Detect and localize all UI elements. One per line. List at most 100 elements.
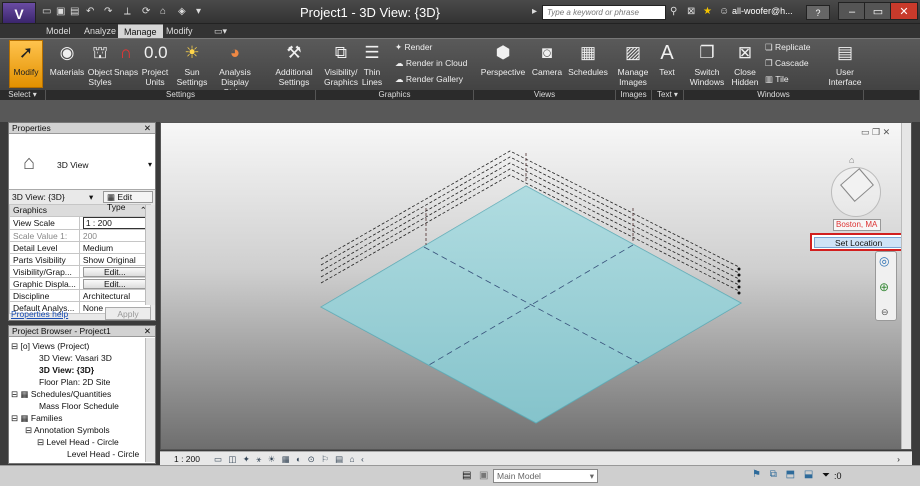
tab-manage[interactable]: Manage [118,24,163,38]
selection-options-icons[interactable]: ⚑ ⧉ ⬒ ⬓ [752,469,816,480]
user-icon[interactable]: ☺ [719,6,729,17]
chevron-down-icon[interactable]: ▾ [89,190,93,204]
binoculars-icon[interactable]: ⚲ [670,6,677,17]
zoom-icon[interactable]: ⊕ [879,280,889,294]
main-model-select[interactable]: Main Model ▾ [493,469,598,483]
help-button[interactable]: ? [806,5,830,20]
text-panel-title[interactable]: Text ▾ [652,90,684,100]
analysis-display-styles-button[interactable]: ◕Analysis Display Styles [210,42,260,97]
tree-node-level-head[interactable]: ⊟ Level Head - Circle [37,436,119,448]
location-field[interactable]: Boston, MA [833,219,881,231]
restore-view-icon[interactable]: ▭ ❐ ✕ [861,127,890,138]
view-control-icons[interactable]: ▭ ◫ ✦ ⚹ ☀ ▦ ◐ ⊙ ⚐ ▤ ⌂ ‹ [214,452,366,466]
user-interface-button[interactable]: ▤ User Interface [824,42,866,87]
additional-settings-button[interactable]: ⚒ Additional Settings [272,42,316,87]
materials-button[interactable]: ◉ Materials [49,42,85,77]
properties-group-graphics[interactable]: Graphics ⌃ [9,204,151,217]
type-selector[interactable]: ⌂ 3D View ▾ [9,134,155,190]
tile-button[interactable]: ▥ Tile [765,74,789,85]
view-scale-field[interactable]: 1 : 200 [78,216,151,230]
tab-modify[interactable]: Modify [160,24,199,38]
hscroll-right-icon[interactable]: › [897,452,900,466]
camera-button[interactable]: ◙ Camera [530,42,564,77]
snaps-button[interactable]: ∩ Snaps [114,42,138,77]
perspective-button[interactable]: ⬢ Perspective [480,42,526,77]
close-hidden-icon: ⊠ [737,43,753,62]
worksets-icon[interactable]: ▤ [462,470,471,481]
schedules-button[interactable]: ▦ Schedules [566,42,610,77]
navbar-options-icon[interactable]: ⊖ [881,307,889,318]
text-button[interactable]: A Text [654,42,680,77]
tree-node-3d-vasari[interactable]: 3D View: Vasari 3D [39,352,112,364]
tree-node-level-head-type[interactable]: Level Head - Circle [67,448,139,460]
type-name: 3D View [57,160,89,170]
viewport-vscroll[interactable] [901,123,911,449]
design-options-icon[interactable]: ▣ [479,470,488,481]
edit-visibility-button[interactable]: Edit... [82,266,147,277]
replicate-button[interactable]: ❏ Replicate [765,42,810,53]
project-units-button[interactable]: 0.0 Project Units [140,42,170,87]
tree-node-floor-plan[interactable]: Floor Plan: 2D Site [39,376,110,388]
schedule-icon: ▦ [20,389,29,399]
cascade-button[interactable]: ❐ Cascade [765,58,809,69]
cascade-icon: ❐ [765,58,773,68]
help-search-input[interactable]: Type a keyword or phrase [542,5,666,20]
filter-icon[interactable]: ⏷ [822,470,830,481]
tree-node-schedules[interactable]: ⊟ ▦ Schedules/Quantities [11,388,111,400]
chevron-down-icon: ▾ [589,471,594,481]
tree-node-mass-floor-schedule[interactable]: Mass Floor Schedule [39,400,119,412]
manage-images-button[interactable]: ▨ Manage Images [616,42,650,87]
viewcube-home-icon[interactable]: ⌂ [849,155,854,165]
close-hidden-button[interactable]: ⊠ Close Hidden [728,42,762,87]
prop-row: Visibility/Grap... Edit... [9,265,151,278]
selection-count: :0 [834,471,842,481]
edit-type-button[interactable]: ▦ Edit Type [103,191,153,212]
prop-row: Parts Visibility Show Original [9,253,151,266]
tree-node-3d-current[interactable]: 3D View: {3D} [39,364,94,376]
browser-scrollbar[interactable] [145,338,155,462]
settings-panel-title: Settings [46,90,316,100]
switch-windows-button[interactable]: ❐ Switch Windows [688,42,726,87]
3d-viewport[interactable]: ▭ ❐ ✕ ⌂ Boston, MA Set Location ◎ ⊕ ⊖ [160,122,912,450]
visibility-graphics-button[interactable]: ⧉ Visibility/ Graphics [322,42,360,87]
render-in-cloud-button[interactable]: ☁ Render in Cloud [395,58,467,69]
properties-help-link[interactable]: Properties help [11,309,68,319]
maximize-button[interactable]: ▭ [864,2,892,20]
render-button[interactable]: ✦ Render [395,42,432,53]
subscription-icon[interactable]: ⊠ [687,6,695,17]
signed-in-user[interactable]: all-woofer@h... [732,6,793,16]
images-panel-title: Images [616,90,652,100]
tile-icon: ▥ [765,74,774,84]
edit-graphic-display-button[interactable]: Edit... [82,278,147,289]
steering-wheel-icon[interactable]: ◎ [879,254,889,268]
properties-scrollbar[interactable] [145,205,155,305]
scale-label[interactable]: 1 : 200 [174,452,200,466]
visibility-graphics-icon: ⧉ [334,43,348,62]
materials-icon: ◉ [59,43,75,62]
view-selector[interactable]: 3D View: {3D} [12,192,65,202]
sun-settings-button[interactable]: ☀ Sun Settings [175,42,209,87]
close-icon[interactable]: ✕ [144,326,151,337]
gallery-icon: ☁ [395,74,404,84]
panel-title-blank [864,90,920,100]
tab-analyze[interactable]: Analyze [78,24,122,38]
close-icon[interactable]: ✕ [144,123,151,134]
favorites-star-icon[interactable]: ★ [703,6,712,17]
tree-node-views[interactable]: ⊟ [o] Views (Project) [11,340,89,352]
object-styles-button[interactable]: ⛫ Object Styles [86,42,114,87]
views-icon: [o] [20,341,30,351]
close-button[interactable]: ✕ [890,2,918,20]
render-gallery-button[interactable]: ☁ Render Gallery [395,74,463,85]
modify-tool[interactable]: ➚ Modify [9,42,43,77]
windows-panel-title: Windows [684,90,864,100]
select-panel-title[interactable]: Select ▾ [0,90,46,100]
minimize-button[interactable]: – [838,2,866,20]
tree-node-annotation-symbols[interactable]: ⊟ Annotation Symbols [25,424,110,436]
apply-button[interactable]: Apply [105,307,151,320]
tree-node-families[interactable]: ⊟ ▦ Families [11,412,63,424]
thin-lines-button[interactable]: ☰ Thin Lines [360,42,384,87]
set-location-menu-item[interactable]: Set Location [814,237,911,248]
model-canvas [319,150,743,424]
tab-options-toggle[interactable]: ▭▾ [208,24,233,38]
tab-model[interactable]: Model [40,24,77,38]
